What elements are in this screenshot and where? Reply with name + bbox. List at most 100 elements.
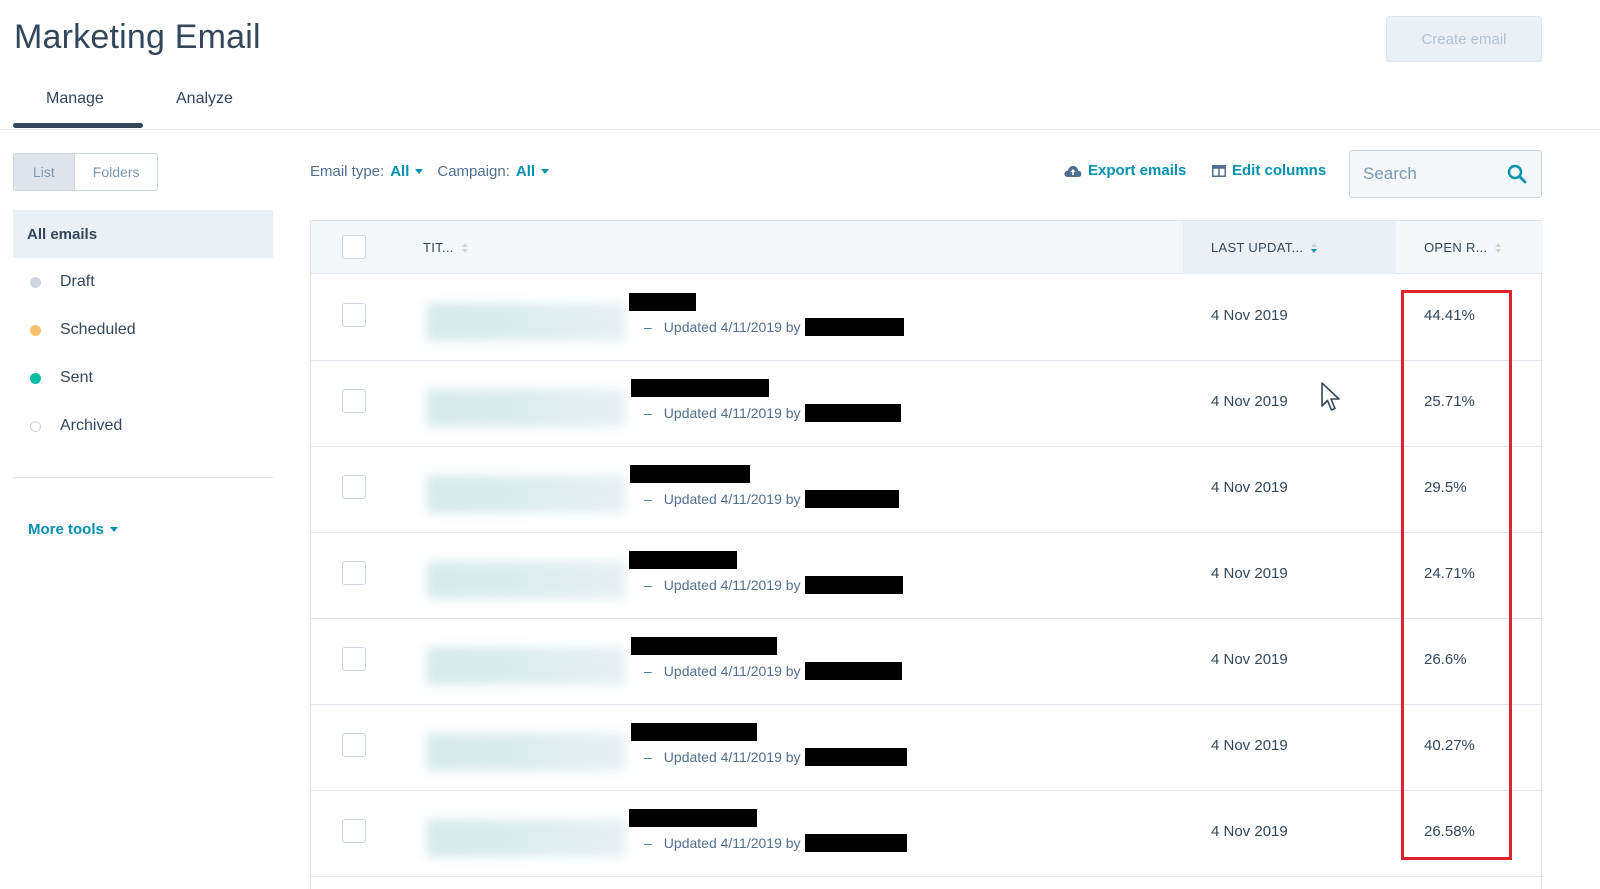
status-dot: [30, 420, 41, 432]
table-row[interactable]: – Updated 4/11/2019 by 4 Nov 2019 44.41%: [311, 275, 1543, 361]
table-row[interactable]: – Updated 4/11/2019 by 4 Nov 2019 26.6%: [311, 619, 1543, 705]
updated-text: Updated 4/11/2019 by: [663, 663, 801, 679]
open-rate-cell: 26.58%: [1424, 823, 1475, 840]
blurred-email-title[interactable]: [426, 561, 626, 599]
row-checkbox[interactable]: [342, 819, 366, 843]
row-checkbox[interactable]: [342, 303, 366, 327]
cloud-upload-icon: [1064, 165, 1082, 177]
redaction-bar: [629, 293, 696, 311]
redaction-bar: [631, 379, 769, 397]
redaction-bar: [631, 723, 757, 741]
create-email-button[interactable]: Create email: [1386, 16, 1542, 62]
more-tools-dropdown[interactable]: More tools: [28, 521, 118, 538]
tab-analyze[interactable]: Analyze: [176, 90, 233, 108]
open-rate-cell: 44.41%: [1424, 307, 1475, 324]
column-header-title[interactable]: TIT...: [423, 221, 468, 274]
sidebar-item-archived[interactable]: Archived: [13, 402, 273, 450]
status-dot: [30, 324, 41, 336]
campaign-filter: Campaign: All: [437, 163, 550, 180]
chevron-down-icon: [415, 169, 424, 174]
search-box: [1349, 150, 1542, 198]
edit-columns-button[interactable]: Edit columns: [1212, 162, 1326, 179]
updated-text: Updated 4/11/2019 by: [663, 405, 801, 421]
row-checkbox[interactable]: [342, 475, 366, 499]
sort-icon: [1495, 242, 1502, 253]
emails-table: TIT... LAST UPDAT... OPEN R... – Updated…: [310, 220, 1543, 889]
row-checkbox[interactable]: [342, 389, 366, 413]
column-header-last-updated[interactable]: LAST UPDAT...: [1183, 221, 1396, 274]
table-row[interactable]: – Updated 4/11/2019 by 4 Nov 2019 24.71%: [311, 533, 1543, 619]
blurred-email-title[interactable]: [426, 475, 626, 513]
filter-bar: Email type: All Campaign: All: [310, 163, 563, 180]
campaign-value: All: [515, 163, 536, 180]
row-updated-meta: – Updated 4/11/2019 by: [644, 748, 907, 766]
row-updated-meta: – Updated 4/11/2019 by: [644, 662, 902, 680]
redaction-bar: [804, 318, 904, 336]
row-checkbox[interactable]: [342, 561, 366, 585]
list-view-button[interactable]: List: [14, 154, 75, 190]
last-updated-cell: 4 Nov 2019: [1211, 307, 1288, 324]
table-row[interactable]: – Updated 4/11/2019 by 4 Nov 2019 25.71%: [311, 361, 1543, 447]
blurred-email-title[interactable]: [426, 647, 626, 685]
open-rate-cell: 26.6%: [1424, 651, 1467, 668]
updated-text: Updated 4/11/2019 by: [663, 835, 801, 851]
updated-text: Updated 4/11/2019 by: [663, 319, 801, 335]
columns-icon: [1212, 164, 1226, 177]
sidebar-item-sent[interactable]: Sent: [13, 354, 273, 402]
email-type-dropdown[interactable]: All: [390, 163, 424, 180]
mouse-cursor-icon: [1320, 381, 1342, 418]
active-tab-indicator: [13, 123, 143, 128]
blurred-email-title[interactable]: [426, 303, 626, 341]
last-updated-cell: 4 Nov 2019: [1211, 737, 1288, 754]
chevron-down-icon: [109, 527, 118, 532]
redaction-bar: [630, 465, 750, 483]
chevron-down-icon: [541, 169, 550, 174]
sidebar-filter-list: All emails Draft Scheduled Sent Archived: [13, 210, 273, 450]
column-header-open-rate[interactable]: OPEN R...: [1396, 221, 1542, 274]
row-updated-meta: – Updated 4/11/2019 by: [644, 318, 904, 336]
sidebar-item-all-emails[interactable]: All emails: [13, 210, 273, 258]
campaign-dropdown[interactable]: All: [515, 163, 550, 180]
sidebar-item-scheduled[interactable]: Scheduled: [13, 306, 273, 354]
export-emails-button[interactable]: Export emails: [1064, 162, 1186, 179]
sidebar-item-label: All emails: [27, 225, 98, 243]
redaction-bar: [804, 834, 907, 852]
table-row[interactable]: – Updated 4/11/2019 by 4 Nov 2019 26.58%: [311, 791, 1543, 877]
redaction-bar: [629, 809, 757, 827]
tab-bar: Manage Analyze: [0, 80, 1600, 130]
updated-text: Updated 4/11/2019 by: [663, 577, 801, 593]
search-input[interactable]: [1350, 164, 1500, 184]
email-type-label: Email type:: [310, 163, 385, 180]
column-title-label: TIT...: [423, 240, 454, 255]
sidebar-divider: [13, 477, 273, 478]
table-header: TIT... LAST UPDAT... OPEN R...: [311, 221, 1543, 274]
select-all-checkbox[interactable]: [342, 235, 366, 259]
last-updated-cell: 4 Nov 2019: [1211, 651, 1288, 668]
open-rate-cell: 40.27%: [1424, 737, 1475, 754]
sort-icon: [461, 242, 468, 253]
folders-view-button[interactable]: Folders: [75, 154, 158, 190]
redaction-bar: [804, 404, 901, 422]
updated-text: Updated 4/11/2019 by: [663, 491, 801, 507]
email-type-filter: Email type: All: [310, 163, 424, 180]
open-rate-cell: 29.5%: [1424, 479, 1467, 496]
row-checkbox[interactable]: [342, 733, 366, 757]
blurred-email-title[interactable]: [426, 819, 626, 857]
last-updated-cell: 4 Nov 2019: [1211, 393, 1288, 410]
table-row[interactable]: – Updated 4/11/2019 by 4 Nov 2019 29.5%: [311, 447, 1543, 533]
sort-descending-icon: [1311, 242, 1318, 253]
table-row[interactable]: – Updated 4/11/2019 by 4 Nov 2019 40.27%: [311, 705, 1543, 791]
blurred-email-title[interactable]: [426, 389, 626, 427]
tab-manage[interactable]: Manage: [46, 90, 104, 108]
more-tools-label: More tools: [28, 521, 104, 538]
page-title: Marketing Email: [14, 18, 261, 56]
sidebar-item-draft[interactable]: Draft: [13, 258, 273, 306]
row-checkbox[interactable]: [342, 647, 366, 671]
sidebar-item-label: Sent: [60, 369, 93, 386]
blurred-email-title[interactable]: [426, 733, 626, 771]
row-updated-meta: – Updated 4/11/2019 by: [644, 490, 899, 508]
open-rate-cell: 24.71%: [1424, 565, 1475, 582]
redaction-bar: [629, 551, 737, 569]
row-updated-meta: – Updated 4/11/2019 by: [644, 834, 907, 852]
search-icon[interactable]: [1507, 164, 1527, 189]
